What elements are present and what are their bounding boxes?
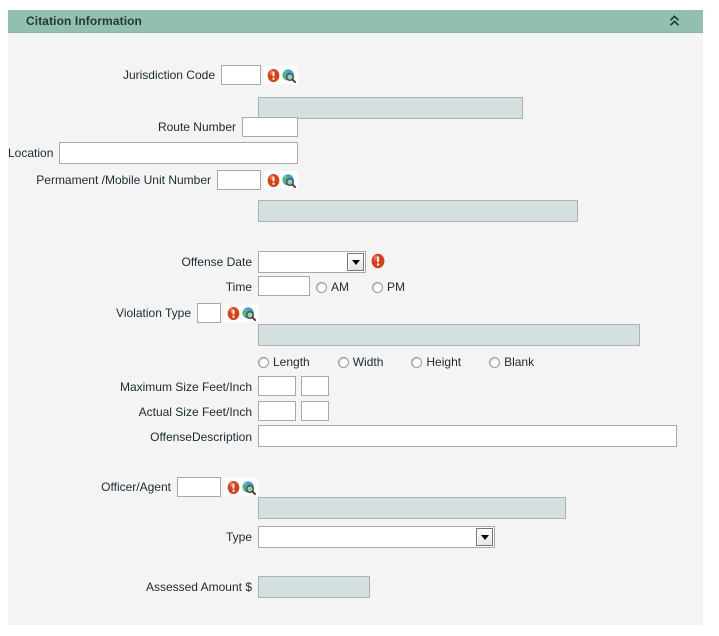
radio-dot-pm — [372, 282, 383, 293]
field-row-assessed-amount: Assessed Amount $ — [8, 577, 258, 597]
actual-size-label: Actual Size Feet/Inch — [139, 405, 258, 419]
radio-height[interactable]: Height — [411, 355, 461, 369]
violation-type-label: Violation Type — [116, 306, 197, 320]
unit-number-input[interactable] — [217, 170, 261, 190]
radio-dot-blank — [489, 357, 500, 368]
officer-agent-input[interactable] — [177, 477, 221, 497]
required-exclamation-icon — [226, 480, 241, 495]
field-row-maximum-size: Maximum Size Feet/Inch — [8, 377, 258, 397]
chevron-down-icon[interactable] — [476, 528, 493, 546]
offense-date-combobox[interactable] — [258, 251, 366, 273]
maximum-size-inch-input[interactable] — [301, 376, 329, 396]
jurisdiction-code-input[interactable] — [221, 65, 261, 85]
violation-type-input[interactable] — [197, 303, 221, 323]
assessed-amount-value — [258, 576, 370, 598]
jurisdiction-code-description — [258, 97, 523, 119]
page-title: Citation Information — [8, 14, 142, 28]
panel-header: Citation Information — [8, 10, 703, 33]
offense-date-label: Offense Date — [182, 255, 259, 269]
field-row-time: Time — [8, 277, 258, 297]
chevron-down-icon[interactable] — [347, 253, 364, 271]
route-number-input[interactable] — [242, 117, 298, 137]
time-label: Time — [226, 280, 258, 294]
route-number-label: Route Number — [158, 120, 242, 134]
radio-blank[interactable]: Blank — [489, 355, 534, 369]
violation-type-description — [258, 324, 640, 346]
radio-height-label: Height — [426, 355, 461, 369]
unit-number-label: Permament /Mobile Unit Number — [36, 173, 217, 187]
radio-length[interactable]: Length — [258, 355, 310, 369]
field-row-route-number: Route Number — [8, 117, 298, 137]
citation-information-panel: Citation Information Jurisdiction Code — [8, 10, 703, 625]
panel-body: Jurisdiction Code — [8, 33, 703, 625]
field-row-violation-type: Violation Type — [8, 303, 258, 323]
radio-blank-label: Blank — [504, 355, 534, 369]
violation-type-lookup-icons[interactable] — [224, 304, 258, 322]
field-row-type: Type — [8, 527, 258, 547]
unit-number-lookup-icons[interactable] — [264, 171, 298, 189]
actual-size-inch-input[interactable] — [301, 401, 329, 421]
offense-date-required-icon — [370, 253, 386, 269]
location-input[interactable] — [59, 142, 298, 164]
type-combobox[interactable] — [258, 526, 495, 548]
dimension-radio-group: Length Width Height Blank — [258, 355, 534, 369]
field-row-offense-description: OffenseDescription — [8, 427, 258, 447]
radio-width[interactable]: Width — [338, 355, 384, 369]
radio-pm-label: PM — [387, 280, 405, 294]
radio-dot-am — [316, 282, 327, 293]
offense-description-label: OffenseDescription — [150, 430, 258, 444]
maximum-size-label: Maximum Size Feet/Inch — [120, 380, 258, 394]
actual-size-feet-input[interactable] — [258, 401, 296, 421]
field-row-actual-size: Actual Size Feet/Inch — [8, 402, 258, 422]
field-row-offense-date: Offense Date — [8, 252, 258, 272]
assessed-amount-label: Assessed Amount $ — [146, 580, 258, 594]
field-row-jurisdiction-code: Jurisdiction Code — [8, 65, 298, 85]
offense-description-input[interactable] — [258, 425, 677, 447]
lookup-globe-search-icon — [241, 306, 256, 321]
time-input[interactable] — [258, 276, 310, 296]
required-exclamation-icon — [370, 253, 386, 269]
jurisdiction-code-label: Jurisdiction Code — [123, 68, 221, 82]
officer-agent-label: Officer/Agent — [101, 480, 177, 494]
officer-agent-description — [258, 497, 566, 519]
unit-number-description — [258, 200, 578, 222]
radio-width-label: Width — [353, 355, 384, 369]
radio-dot-length — [258, 357, 269, 368]
required-exclamation-icon — [226, 306, 241, 321]
required-exclamation-icon — [266, 68, 281, 83]
radio-dot-width — [338, 357, 349, 368]
officer-agent-lookup-icons[interactable] — [224, 478, 258, 496]
lookup-globe-search-icon — [281, 173, 296, 188]
radio-length-label: Length — [273, 355, 310, 369]
chevron-double-up-icon[interactable] — [667, 14, 681, 29]
radio-pm[interactable]: PM — [372, 280, 405, 294]
chevron-double-up-glyph — [668, 14, 681, 28]
radio-dot-height — [411, 357, 422, 368]
location-label: Location — [8, 146, 59, 160]
field-row-unit-number: Permament /Mobile Unit Number — [8, 170, 298, 190]
field-row-location: Location — [8, 143, 298, 163]
field-row-officer-agent: Officer/Agent — [8, 477, 258, 497]
type-label: Type — [226, 530, 258, 544]
required-exclamation-icon — [266, 173, 281, 188]
maximum-size-feet-input[interactable] — [258, 376, 296, 396]
lookup-globe-search-icon — [241, 480, 256, 495]
radio-am[interactable]: AM — [316, 280, 349, 294]
lookup-globe-search-icon — [281, 68, 296, 83]
radio-am-label: AM — [331, 280, 349, 294]
jurisdiction-code-lookup-icons[interactable] — [264, 66, 298, 84]
